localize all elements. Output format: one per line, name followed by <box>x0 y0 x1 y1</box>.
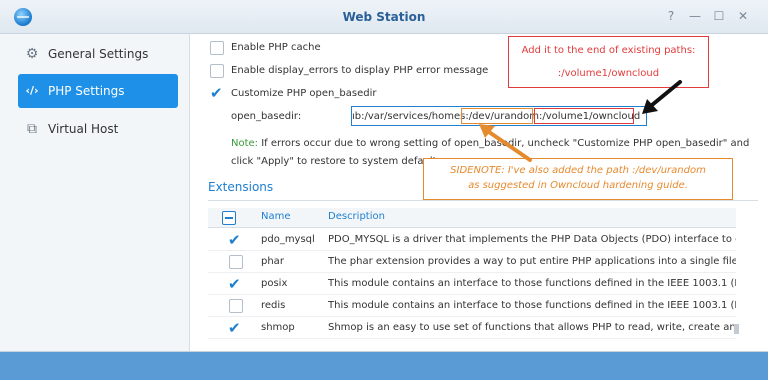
open-basedir-input[interactable]: ıb:/var/services/homes:/dev/urandom:/vol… <box>351 106 647 126</box>
extension-name: phar <box>261 256 284 267</box>
gear-icon: ⚙ <box>25 46 39 62</box>
note-key: Note: <box>231 138 259 149</box>
enable-php-cache-checkbox[interactable] <box>210 41 224 55</box>
sidebar-item-php-settings[interactable]: ‹/› PHP Settings <box>18 74 178 108</box>
annotation-orange-line1: SIDENOTE: I've also added the path :/dev… <box>450 165 706 176</box>
column-header-name[interactable]: Name <box>261 211 291 222</box>
extensions-table: Name Description ✔ pdo_mysql PDO_MYSQL i… <box>208 208 736 351</box>
customize-open-basedir-label: Customize PHP open_basedir <box>231 88 377 99</box>
sidebar-item-label: General Settings <box>48 47 149 61</box>
table-row[interactable]: redis This module contains an interface … <box>208 295 736 317</box>
sidebar: ⚙ General Settings ‹/› PHP Settings ⧉ Vi… <box>0 34 190 351</box>
scrollbar-thumb[interactable] <box>734 324 739 334</box>
customize-open-basedir-checkbox[interactable]: ✔ <box>210 86 226 101</box>
table-row[interactable]: ✔ pdo_mysql PDO_MYSQL is a driver that i… <box>208 229 736 251</box>
annotation-red-line2: :/volume1/owncloud <box>557 68 660 79</box>
annotation-orange-callout: SIDENOTE: I've also added the path :/dev… <box>423 158 733 200</box>
extension-name: posix <box>261 278 288 289</box>
enable-php-cache-label: Enable PHP cache <box>231 42 321 53</box>
maximize-icon[interactable]: ☐ <box>712 9 726 23</box>
extension-description: PDO_MYSQL is a driver that implements th… <box>328 234 736 245</box>
urandom-highlight <box>461 108 533 124</box>
table-row[interactable]: ✔ shmop Shmop is an easy to use set of f… <box>208 317 736 339</box>
annotation-red-callout: Add it to the end of existing paths: :/v… <box>508 36 709 88</box>
annotation-orange-line2: as suggested in Owncloud hardening guide… <box>468 180 688 191</box>
sidebar-item-general-settings[interactable]: ⚙ General Settings <box>18 37 178 71</box>
extension-checkbox[interactable] <box>229 255 243 269</box>
help-icon[interactable]: ? <box>664 9 678 23</box>
display-errors-checkbox[interactable] <box>210 64 224 78</box>
table-scrollbar[interactable] <box>734 208 739 351</box>
sidebar-item-virtual-host[interactable]: ⧉ Virtual Host <box>18 112 178 146</box>
close-icon[interactable]: ✕ <box>736 9 750 23</box>
extension-checkbox[interactable] <box>229 299 243 313</box>
extension-description: Shmop is an easy to use set of functions… <box>328 322 736 333</box>
sidebar-item-label: PHP Settings <box>48 84 125 98</box>
column-header-description[interactable]: Description <box>328 211 385 222</box>
extension-checkbox[interactable]: ✔ <box>228 277 244 292</box>
code-icon: ‹/› <box>25 84 39 97</box>
extension-checkbox[interactable]: ✔ <box>228 321 244 336</box>
extension-description: The phar extension provides a way to put… <box>328 256 736 267</box>
extension-name: redis <box>261 300 286 311</box>
extensions-divider <box>208 200 758 201</box>
table-header: Name Description <box>208 208 736 228</box>
display-errors-label: Enable display_errors to display PHP err… <box>231 65 489 76</box>
open-basedir-label: open_basedir: <box>231 111 302 122</box>
extension-name: shmop <box>261 322 295 333</box>
title-bar[interactable]: Web Station ? — ☐ ✕ <box>0 0 768 34</box>
table-row[interactable]: ✔ posix This module contains an interfac… <box>208 273 736 295</box>
minimize-icon[interactable]: — <box>688 9 702 23</box>
extension-description: This module contains an interface to tho… <box>328 278 736 289</box>
sidebar-item-label: Virtual Host <box>48 122 119 136</box>
owncloud-highlight <box>534 108 634 124</box>
window-title: Web Station <box>342 10 426 24</box>
select-all-checkbox[interactable] <box>222 211 236 225</box>
extension-name: pdo_mysql <box>261 234 315 245</box>
extensions-heading: Extensions <box>208 180 274 194</box>
annotation-red-line1: Add it to the end of existing paths: <box>521 45 696 56</box>
extension-description: This module contains an interface to tho… <box>328 300 736 311</box>
extension-checkbox[interactable]: ✔ <box>228 233 244 248</box>
table-row[interactable]: phar The phar extension provides a way t… <box>208 251 736 273</box>
virtual-host-icon: ⧉ <box>27 121 37 137</box>
